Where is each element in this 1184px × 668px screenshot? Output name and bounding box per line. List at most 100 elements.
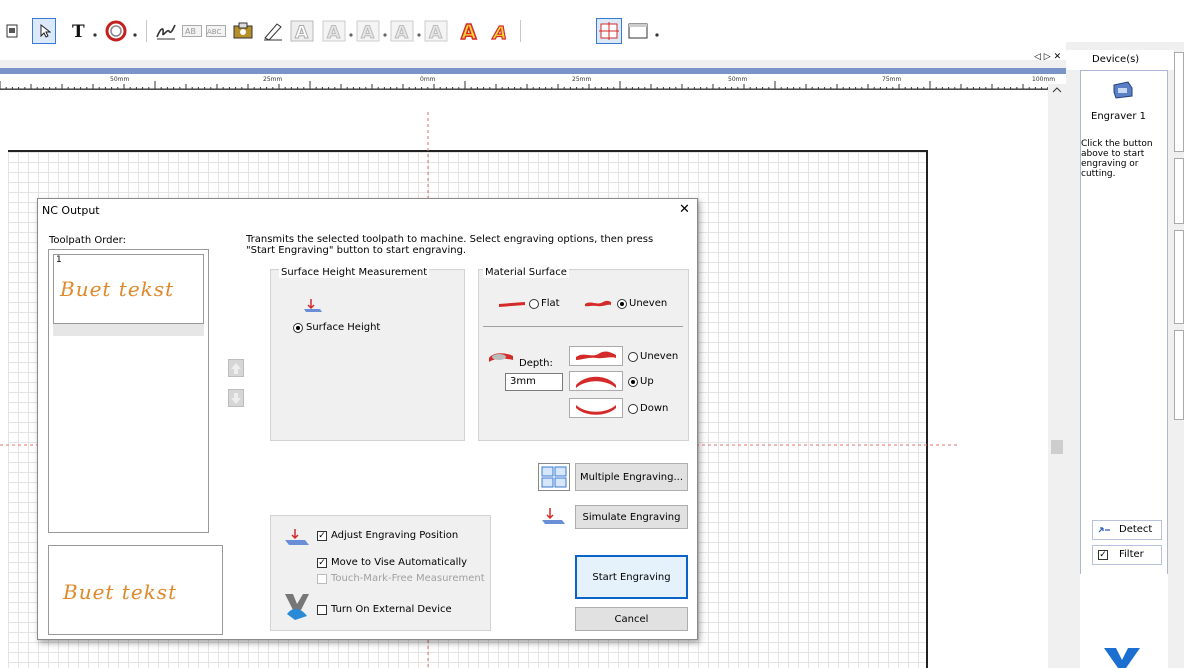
text-effect-a1-icon[interactable]: A bbox=[322, 18, 346, 44]
instructions-text: Transmits the selected toolpath to machi… bbox=[246, 234, 654, 256]
vertical-scrollbar[interactable] bbox=[1048, 84, 1066, 668]
svg-text:A: A bbox=[491, 23, 507, 42]
side-tab-3[interactable] bbox=[1174, 230, 1184, 324]
text-effect-a1-dropdown-icon[interactable] bbox=[348, 28, 354, 37]
surface-height-group-title: Surface Height Measurement bbox=[279, 267, 430, 278]
depth-up-label: Up bbox=[640, 376, 654, 387]
side-tab-1[interactable] bbox=[1174, 52, 1184, 152]
depth-uneven-label: Uneven bbox=[640, 351, 679, 362]
text-effect-a3-icon[interactable]: A bbox=[390, 18, 414, 44]
move-to-vise-label: Move to Vise Automatically bbox=[331, 557, 468, 568]
move-down-button[interactable] bbox=[228, 389, 244, 407]
main-toolbar: T AB ABC A A A A A A A bbox=[0, 0, 1184, 60]
text-effect-a4-icon[interactable]: A bbox=[424, 18, 448, 44]
crosshair-frame-icon[interactable] bbox=[596, 18, 622, 44]
signature-tool-icon[interactable] bbox=[154, 18, 178, 44]
start-engraving-button[interactable]: Start Engraving bbox=[575, 555, 688, 599]
multiple-engraving-button[interactable]: Multiple Engraving... bbox=[575, 463, 688, 491]
draw-tool-icon[interactable] bbox=[262, 18, 284, 44]
depth-down-label: Down bbox=[640, 403, 669, 414]
move-up-button[interactable] bbox=[228, 359, 244, 377]
detect-button[interactable]: Detect bbox=[1092, 520, 1162, 540]
svg-text:A: A bbox=[395, 23, 409, 42]
engraving-options-group: ✓ Adjust Engraving Position ✓ Move to Vi… bbox=[270, 515, 491, 631]
dialog-title: NC Output bbox=[42, 204, 100, 217]
close-icon[interactable]: ✕ bbox=[679, 202, 690, 217]
depth-up-radio[interactable] bbox=[628, 377, 638, 387]
simulate-engraving-button[interactable]: Simulate Engraving bbox=[575, 505, 688, 529]
depth-input[interactable]: 3mm bbox=[505, 373, 563, 391]
text-effect-a3-dropdown-icon[interactable] bbox=[416, 28, 422, 37]
toolpath-list-spacer bbox=[53, 324, 204, 336]
toolbar-separator bbox=[146, 20, 147, 42]
surface-height-label: Surface Height bbox=[306, 322, 381, 333]
touch-mark-checkbox[interactable] bbox=[317, 574, 327, 584]
material-divider bbox=[483, 326, 683, 327]
multiple-engraving-icon bbox=[538, 463, 570, 491]
text-effect-red-a-icon[interactable]: A bbox=[458, 18, 484, 44]
external-device-label: Turn On External Device bbox=[331, 604, 452, 615]
surface-height-radio[interactable] bbox=[293, 323, 303, 333]
depth-label: Depth: bbox=[519, 358, 553, 369]
engraver-device-button[interactable]: Engraver 1 bbox=[1081, 71, 1167, 127]
adjust-position-icon bbox=[285, 529, 309, 545]
shape-tool-dropdown-icon[interactable] bbox=[132, 28, 138, 37]
text-tool-dropdown-icon[interactable] bbox=[92, 28, 98, 37]
shape-tool-icon[interactable] bbox=[104, 18, 128, 44]
toolpath-item[interactable]: 1 Buet tekst bbox=[53, 254, 204, 324]
side-tab-4[interactable] bbox=[1174, 330, 1184, 420]
frame-icon[interactable] bbox=[626, 18, 650, 44]
arrow-up-icon bbox=[231, 363, 241, 374]
adjust-position-checkbox[interactable]: ✓ bbox=[317, 531, 327, 541]
select-tool-icon[interactable] bbox=[32, 18, 56, 44]
uneven-radio[interactable] bbox=[617, 299, 627, 309]
scroll-up-icon[interactable] bbox=[1048, 84, 1066, 96]
depth-up-preview bbox=[569, 371, 623, 391]
svg-text:A: A bbox=[461, 20, 477, 42]
move-to-vise-checkbox[interactable]: ✓ bbox=[317, 558, 327, 568]
simulate-engraving-icon bbox=[542, 508, 565, 524]
material-surface-group-title: Material Surface bbox=[483, 267, 569, 278]
preview-text: Buet tekst bbox=[63, 580, 178, 604]
cancel-button[interactable]: Cancel bbox=[575, 607, 688, 631]
device-panel: Device(s) Engraver 1 Click the button ab… bbox=[1066, 42, 1184, 668]
clipart-icon[interactable] bbox=[232, 18, 254, 44]
text-effect-slant-a-icon[interactable]: A bbox=[490, 18, 514, 44]
svg-text:A: A bbox=[429, 23, 443, 42]
toolpath-item-text: Buet tekst bbox=[60, 277, 175, 301]
svg-text:ABC: ABC bbox=[207, 28, 221, 36]
svg-text:AB: AB bbox=[185, 27, 196, 36]
filter-checkbox-icon: ✓ bbox=[1098, 550, 1108, 560]
adjust-position-label: Adjust Engraving Position bbox=[331, 530, 459, 541]
text-outline-icon[interactable]: A bbox=[290, 18, 314, 44]
engraver-machine-icon bbox=[1113, 81, 1133, 99]
toolpath-order-label: Toolpath Order: bbox=[49, 235, 126, 246]
svg-text:T: T bbox=[72, 22, 85, 40]
nc-output-dialog: NC Output ✕ Toolpath Order: 1 Buet tekst… bbox=[37, 198, 698, 640]
flat-radio[interactable] bbox=[529, 299, 539, 309]
toolpath-list[interactable]: 1 Buet tekst bbox=[48, 249, 209, 533]
side-tab-2[interactable] bbox=[1174, 158, 1184, 224]
arrow-down-icon bbox=[231, 393, 241, 404]
text-tool-icon[interactable]: T bbox=[68, 18, 90, 44]
filter-button[interactable]: ✓ Filter bbox=[1092, 545, 1162, 565]
text-effect-a2-dropdown-icon[interactable] bbox=[382, 28, 388, 37]
text-effect-a2-icon[interactable]: A bbox=[356, 18, 380, 44]
toolpath-item-number: 1 bbox=[56, 255, 62, 265]
panel-nav-controls[interactable]: ◁ ▷ ✕ bbox=[1034, 52, 1061, 62]
window-icon[interactable] bbox=[4, 18, 20, 44]
external-device-checkbox[interactable] bbox=[317, 605, 327, 615]
text-abc-icon[interactable]: ABC bbox=[206, 18, 226, 44]
device-name: Engraver 1 bbox=[1091, 111, 1146, 122]
touch-mark-label: Touch-Mark-Free Measurement bbox=[331, 573, 485, 584]
svg-text:A: A bbox=[295, 23, 309, 42]
depth-down-radio[interactable] bbox=[628, 404, 638, 414]
uneven-surface-icon bbox=[585, 300, 611, 307]
scrollbar-thumb[interactable] bbox=[1051, 440, 1063, 454]
uneven-label: Uneven bbox=[629, 298, 668, 309]
brand-logo-icon bbox=[1104, 648, 1140, 668]
text-ab-icon[interactable]: AB bbox=[182, 18, 202, 44]
uneven-depth-icon bbox=[576, 351, 616, 360]
depth-uneven-radio[interactable] bbox=[628, 352, 638, 362]
frame-dropdown-icon[interactable] bbox=[654, 28, 660, 37]
